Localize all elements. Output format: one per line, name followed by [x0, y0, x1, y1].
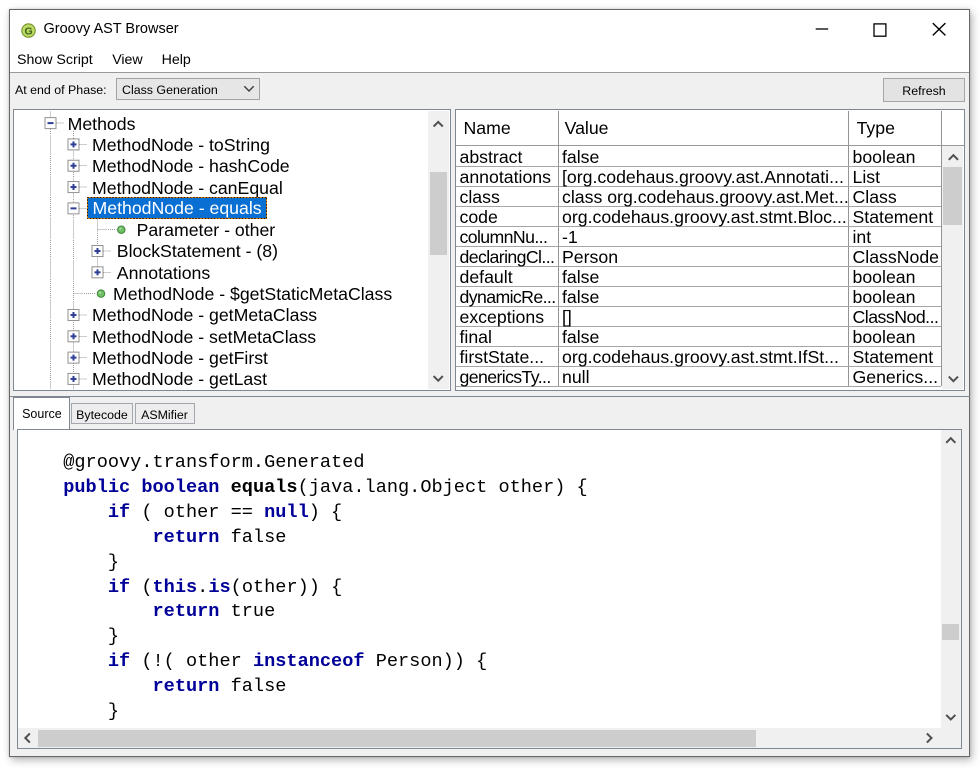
svg-text:G: G — [25, 25, 33, 37]
